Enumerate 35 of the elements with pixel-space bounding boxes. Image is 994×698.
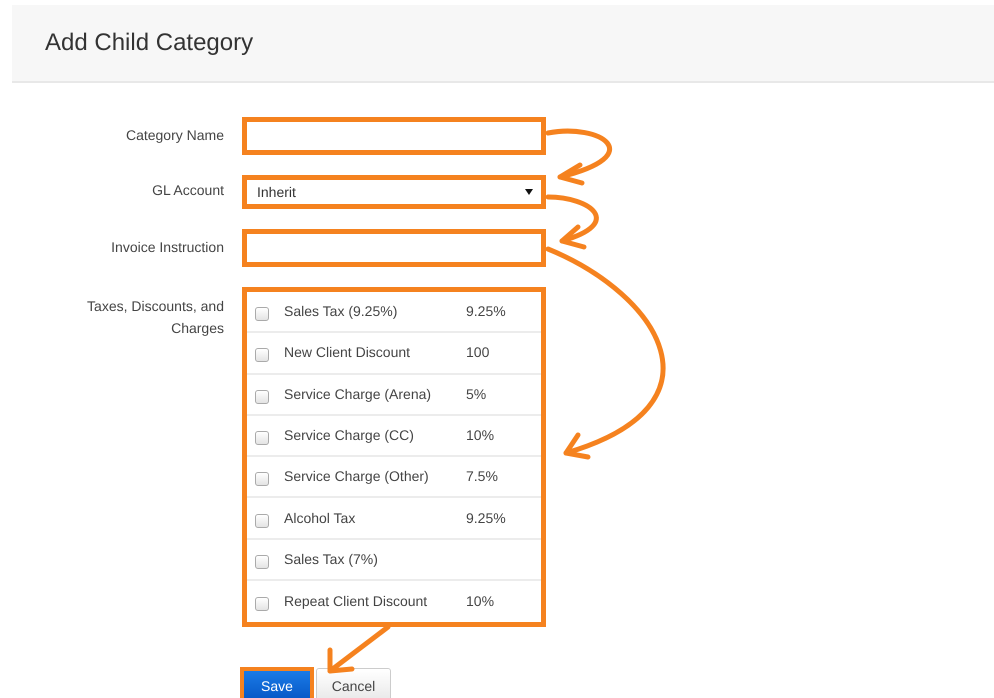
charge-name: Repeat Client Discount [284, 592, 428, 612]
charge-name: Sales Tax (7%) [284, 550, 379, 569]
caret-icon [525, 189, 533, 195]
charge-amount: 10% [466, 426, 494, 446]
charge-name: Service Charge (CC) [284, 426, 415, 446]
annotation-arrow [546, 128, 612, 186]
page-title: Add Child Category [45, 28, 254, 58]
charge-name: Alcohol Tax [284, 508, 356, 528]
charge-name: New Client Discount [284, 343, 412, 362]
save-button[interactable]: Save [240, 667, 314, 698]
charge-amount: 9.25% [466, 508, 506, 528]
text-input[interactable] [242, 117, 546, 155]
checkbox[interactable] [255, 431, 269, 446]
charge-amount: 9.25% [466, 302, 506, 322]
field-label: Invoice Instruction [110, 238, 224, 257]
checkbox[interactable] [255, 307, 269, 322]
charge-amount: 5% [466, 384, 486, 404]
checkbox[interactable] [255, 472, 269, 486]
checkbox[interactable] [255, 514, 269, 528]
field-label: Taxes, Discounts, and Charges [86, 297, 224, 338]
checkbox[interactable] [255, 597, 269, 612]
account-select[interactable]: Inherit [242, 175, 546, 209]
charge-amount: 10% [466, 592, 494, 612]
charge-amount: 7.5% [466, 467, 498, 486]
charge-name: Sales Tax (9.25%) [284, 302, 398, 322]
charge-name: Service Charge (Arena) [284, 384, 432, 404]
charge-amount: 100 [466, 343, 490, 362]
charge-name: Service Charge (Other) [284, 467, 430, 486]
checkbox[interactable] [255, 348, 269, 362]
checkbox[interactable] [255, 554, 269, 569]
checkbox[interactable] [255, 390, 269, 404]
cancel-button[interactable]: Cancel [316, 668, 391, 698]
field-label: GL Account [151, 181, 224, 200]
field-label: Category Name [124, 126, 224, 145]
text-input[interactable] [242, 229, 546, 267]
